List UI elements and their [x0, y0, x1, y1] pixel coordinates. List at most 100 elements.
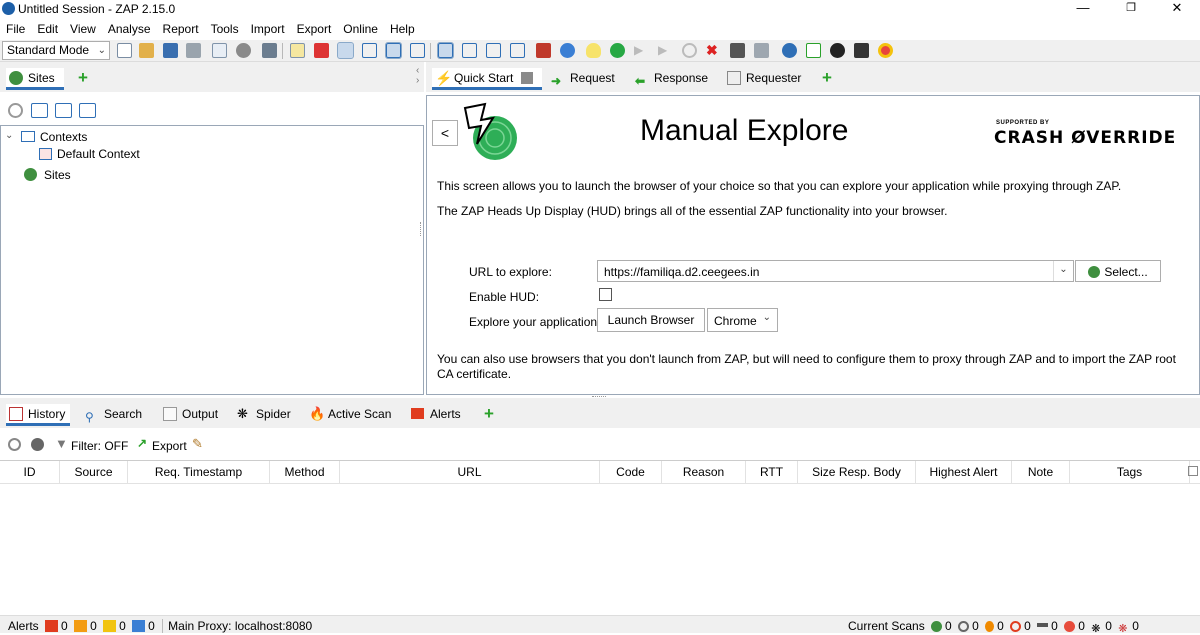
browser-select[interactable]: Chrome ⌄	[707, 308, 778, 332]
target-icon[interactable]	[8, 438, 21, 451]
low-alert-count: 0	[119, 619, 126, 633]
add-tab-button[interactable]: +	[484, 405, 494, 422]
save-session-icon[interactable]	[163, 43, 178, 58]
menu-file[interactable]: File	[0, 20, 31, 38]
filter-status[interactable]: Filter: OFF	[71, 439, 128, 453]
column-method[interactable]: Method	[270, 461, 340, 483]
menu-view[interactable]: View	[64, 20, 102, 38]
filter-icon[interactable]: ▼	[55, 436, 68, 451]
launch-browser-button[interactable]: Launch Browser	[597, 308, 705, 332]
delete-icon[interactable]	[314, 43, 329, 58]
select-button[interactable]: Select...	[1075, 260, 1161, 282]
tab-active-scan-label: Active Scan	[328, 407, 392, 421]
url-input[interactable]: https://familiqa.d2.ceegees.in	[604, 265, 759, 279]
pin-tabs-icon[interactable]	[462, 43, 477, 58]
layout-tabs-icon[interactable]	[362, 43, 377, 58]
menu-online[interactable]: Online	[337, 20, 384, 38]
import-context-icon[interactable]	[55, 103, 72, 118]
chevron-down-icon[interactable]: ⌄	[1053, 261, 1073, 281]
snapshot-icon[interactable]	[186, 43, 201, 58]
column-highest-alert[interactable]: Highest Alert	[916, 461, 1012, 483]
network-icon[interactable]	[754, 43, 769, 58]
step-icon[interactable]: ▶	[634, 43, 649, 58]
column-size-resp-body[interactable]: Size Resp. Body	[798, 461, 916, 483]
new-session-icon[interactable]	[117, 43, 132, 58]
record-icon[interactable]	[830, 43, 845, 58]
layout-split-icon[interactable]	[410, 43, 425, 58]
tab-requester[interactable]: Requester	[724, 68, 809, 90]
tab-history[interactable]: History	[6, 404, 70, 426]
menu-tools[interactable]: Tools	[205, 20, 245, 38]
layout-panels-icon[interactable]	[385, 42, 402, 59]
show-tabs-icon[interactable]	[437, 42, 454, 59]
notes-icon[interactable]	[806, 43, 821, 58]
continue-icon[interactable]: ▶	[658, 43, 673, 58]
vertical-splitter[interactable]	[420, 222, 423, 236]
column-chooser-icon[interactable]	[1188, 466, 1198, 476]
scan-policy-icon[interactable]	[536, 43, 551, 58]
menu-export[interactable]: Export	[291, 20, 338, 38]
tab-quick-start[interactable]: ⚡ Quick Start	[432, 68, 542, 90]
column-code[interactable]: Code	[600, 461, 662, 483]
collapse-chevron-icon[interactable]: ⌄	[5, 130, 13, 141]
url-combobox[interactable]: https://familiqa.d2.ceegees.in ⌄	[597, 260, 1074, 282]
add-tab-button[interactable]: +	[822, 69, 832, 86]
tab-alerts[interactable]: Alerts	[408, 404, 469, 426]
options-gear-icon[interactable]	[236, 43, 251, 58]
column-rtt[interactable]: RTT	[746, 461, 798, 483]
menu-import[interactable]: Import	[245, 20, 291, 38]
tab-response[interactable]: ⬅ Response	[632, 68, 716, 90]
broom-icon[interactable]: ✎	[192, 436, 203, 452]
column-source[interactable]: Source	[60, 461, 128, 483]
menu-edit[interactable]: Edit	[31, 20, 64, 38]
pin-icon[interactable]	[520, 72, 533, 84]
close-button[interactable]: ✕	[1154, 0, 1200, 18]
minimize-button[interactable]: —	[1060, 0, 1106, 18]
maximize-button[interactable]: ❐	[1108, 0, 1154, 18]
break-icon[interactable]	[610, 43, 625, 58]
add-tab-button[interactable]: +	[78, 69, 88, 86]
tab-request[interactable]: ➜ Request	[548, 68, 623, 90]
column-reason[interactable]: Reason	[662, 461, 746, 483]
splitter-arrows[interactable]: ‹ ›	[416, 66, 419, 86]
back-button[interactable]: <	[432, 120, 458, 146]
column-req-timestamp[interactable]: Req. Timestamp	[128, 461, 270, 483]
column-tags[interactable]: Tags	[1070, 461, 1190, 483]
tree-sites[interactable]: Sites	[44, 168, 71, 182]
column-url[interactable]: URL	[340, 461, 600, 483]
globe-proxy-icon[interactable]	[560, 43, 575, 58]
open-session-icon[interactable]	[139, 43, 154, 58]
lightbulb-icon[interactable]	[586, 43, 601, 58]
drop-icon[interactable]	[682, 43, 697, 58]
enable-hud-checkbox[interactable]	[599, 288, 612, 301]
tab-sites[interactable]: Sites	[6, 68, 64, 90]
tab-spider[interactable]: ❋ Spider	[234, 404, 299, 426]
export-button[interactable]: Export	[152, 439, 187, 453]
chrome-icon[interactable]	[878, 43, 893, 58]
terminal-icon[interactable]	[854, 43, 869, 58]
tree-default-context[interactable]: Default Context	[57, 147, 140, 161]
tab-active-scan[interactable]: 🔥 Active Scan	[306, 404, 399, 426]
menu-help[interactable]: Help	[384, 20, 421, 38]
menu-analyse[interactable]: Analyse	[102, 20, 157, 38]
menu-report[interactable]: Report	[157, 20, 205, 38]
export-context-icon[interactable]	[79, 103, 96, 118]
tab-icons-icon[interactable]	[510, 43, 525, 58]
add-note-icon[interactable]	[290, 43, 305, 58]
column-note[interactable]: Note	[1012, 461, 1070, 483]
tree-contexts[interactable]: Contexts	[40, 130, 87, 144]
tab-search[interactable]: ⚲ Search	[82, 404, 150, 426]
tab-output[interactable]: Output	[160, 404, 226, 426]
session-properties-icon[interactable]	[212, 43, 227, 58]
column-id[interactable]: ID	[0, 461, 60, 483]
tab-names-icon[interactable]	[486, 43, 501, 58]
globe-filter-icon[interactable]	[31, 438, 44, 451]
layout-full-icon[interactable]	[337, 42, 354, 59]
hud-icon[interactable]	[782, 43, 797, 58]
new-context-icon[interactable]	[31, 103, 48, 118]
mode-select[interactable]: Standard Mode ⌄	[2, 41, 110, 60]
export-icon[interactable]	[262, 43, 277, 58]
target-icon[interactable]	[8, 103, 23, 118]
console-icon[interactable]	[730, 43, 745, 58]
break-x-icon[interactable]: ✖	[706, 43, 721, 58]
